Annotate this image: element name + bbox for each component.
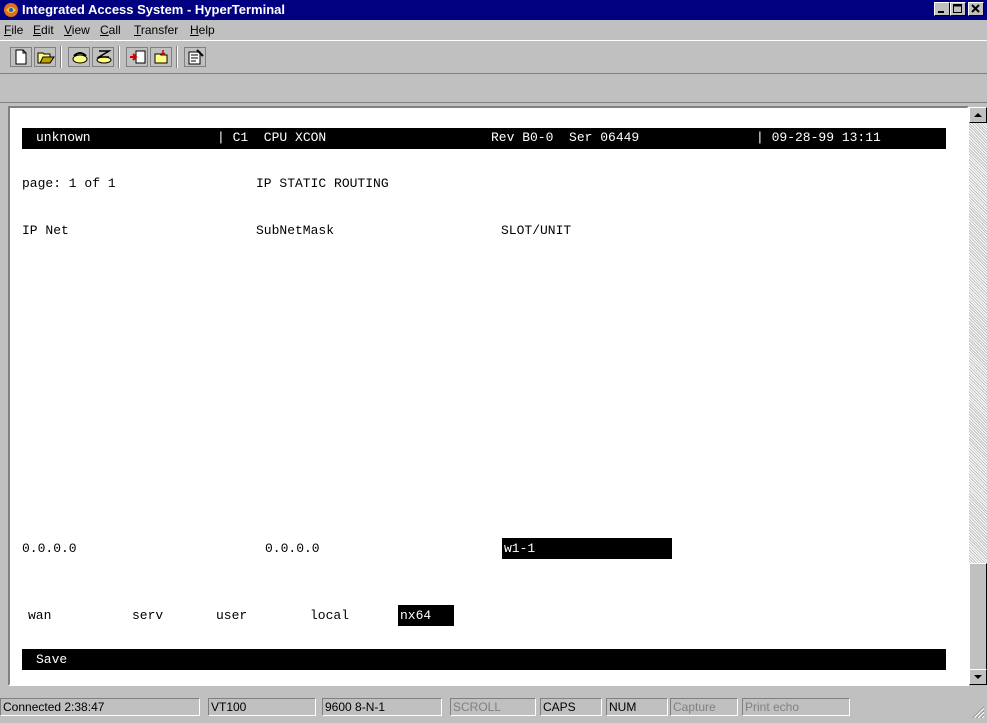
toolbar-separator xyxy=(176,46,178,68)
page-indicator: page: 1 of 1 xyxy=(22,176,116,191)
terminal-screen[interactable]: unknown | C1 CPU XCON Rev B0-0 Ser 06449… xyxy=(22,128,946,673)
open-icon xyxy=(37,52,55,64)
menu-call[interactable]: Call xyxy=(100,23,121,37)
header-datetime: | 09-28-99 13:11 xyxy=(756,130,881,145)
menu-call-accel: C xyxy=(100,23,109,37)
menu-file[interactable]: File xyxy=(4,23,23,37)
column-slot-unit: SLOT/UNIT xyxy=(501,223,572,238)
save-command: Save xyxy=(36,652,68,667)
new-button[interactable] xyxy=(10,47,32,67)
title-bar[interactable]: Integrated Access System - HyperTerminal xyxy=(0,0,987,20)
option-local[interactable]: local xyxy=(310,608,349,623)
status-scroll: SCROLL xyxy=(450,698,536,716)
header-rev: Rev B0-0 Ser 06449 xyxy=(491,130,640,145)
menu-help[interactable]: Help xyxy=(190,23,215,37)
receive-button[interactable] xyxy=(150,47,172,67)
vertical-scrollbar[interactable] xyxy=(969,107,987,685)
menu-edit-accel: E xyxy=(33,23,42,37)
close-icon xyxy=(971,4,980,13)
window-title: Integrated Access System - HyperTerminal xyxy=(22,2,285,17)
scroll-up-button[interactable] xyxy=(969,107,987,123)
menu-help-label: elp xyxy=(198,23,215,37)
close-button[interactable] xyxy=(968,2,984,16)
menu-transfer[interactable]: Transfer xyxy=(134,23,178,37)
connect-icon xyxy=(72,52,88,64)
toolbar xyxy=(0,40,987,74)
menu-view-label: iew xyxy=(71,23,90,37)
minimize-button[interactable] xyxy=(934,2,950,16)
option-user[interactable]: user xyxy=(216,608,247,623)
toolbar-separator xyxy=(118,46,120,68)
option-nx64[interactable]: nx64 xyxy=(398,605,454,626)
connect-button[interactable] xyxy=(68,47,90,67)
toolbar-separator xyxy=(60,46,62,68)
menu-transfer-label: ransfer xyxy=(140,23,179,37)
status-num: NUM xyxy=(606,698,668,716)
status-print-echo: Print echo xyxy=(742,698,850,716)
slot-unit-field[interactable]: w1-1 xyxy=(502,538,672,559)
terminal-header: unknown | C1 CPU XCON Rev B0-0 Ser 06449… xyxy=(22,128,946,149)
command-bar[interactable]: Save xyxy=(22,649,946,670)
receive-icon xyxy=(154,50,168,64)
option-serv[interactable]: serv xyxy=(132,608,163,623)
menu-bar: File Edit View Call Transfer Help xyxy=(0,20,987,40)
arrow-down-icon xyxy=(974,675,982,679)
maximize-button[interactable] xyxy=(950,2,966,16)
status-bar: Connected 2:38:47 VT100 9600 8-N-1 SCROL… xyxy=(0,695,987,723)
menu-file-label: ile xyxy=(11,23,24,37)
ip-net-field[interactable]: 0.0.0.0 xyxy=(22,541,77,556)
open-button[interactable] xyxy=(34,47,56,67)
column-ip-net: IP Net xyxy=(22,223,69,238)
send-icon xyxy=(130,50,146,64)
menu-help-accel: H xyxy=(190,23,199,37)
status-connected: Connected 2:38:47 xyxy=(0,698,200,716)
arrow-up-icon xyxy=(974,113,982,117)
header-name: unknown xyxy=(36,130,91,145)
slot-unit-value: w1-1 xyxy=(504,541,536,556)
properties-button[interactable] xyxy=(184,47,206,67)
status-capture: Capture xyxy=(670,698,738,716)
disconnect-button[interactable] xyxy=(92,47,114,67)
menu-view-accel: V xyxy=(64,23,72,37)
scroll-down-button[interactable] xyxy=(969,669,987,685)
minimize-icon xyxy=(938,11,944,13)
new-icon xyxy=(15,49,27,65)
header-card: | C1 CPU XCON xyxy=(217,130,327,145)
maximize-icon xyxy=(953,4,962,13)
screen-title: IP STATIC ROUTING xyxy=(256,176,389,191)
option-wan[interactable]: wan xyxy=(28,608,51,623)
menu-edit-label: dit xyxy=(41,23,54,37)
menu-transfer-accel: T xyxy=(134,23,141,37)
column-subnet-mask: SubNetMask xyxy=(256,223,335,238)
status-settings: 9600 8-N-1 xyxy=(322,698,442,716)
option-nx64-label: nx64 xyxy=(400,608,432,623)
status-caps: CAPS xyxy=(540,698,602,716)
status-emulation: VT100 xyxy=(208,698,316,716)
menu-call-label: all xyxy=(108,23,121,37)
properties-icon xyxy=(188,49,204,65)
menu-edit[interactable]: Edit xyxy=(33,23,54,37)
send-button[interactable] xyxy=(126,47,148,67)
scroll-thumb[interactable] xyxy=(969,563,987,670)
hyperterminal-icon xyxy=(4,3,18,17)
menu-view[interactable]: View xyxy=(64,23,90,37)
subnet-mask-field[interactable]: 0.0.0.0 xyxy=(265,541,320,556)
disconnect-icon xyxy=(96,50,112,64)
resize-grip-icon[interactable] xyxy=(971,705,985,719)
